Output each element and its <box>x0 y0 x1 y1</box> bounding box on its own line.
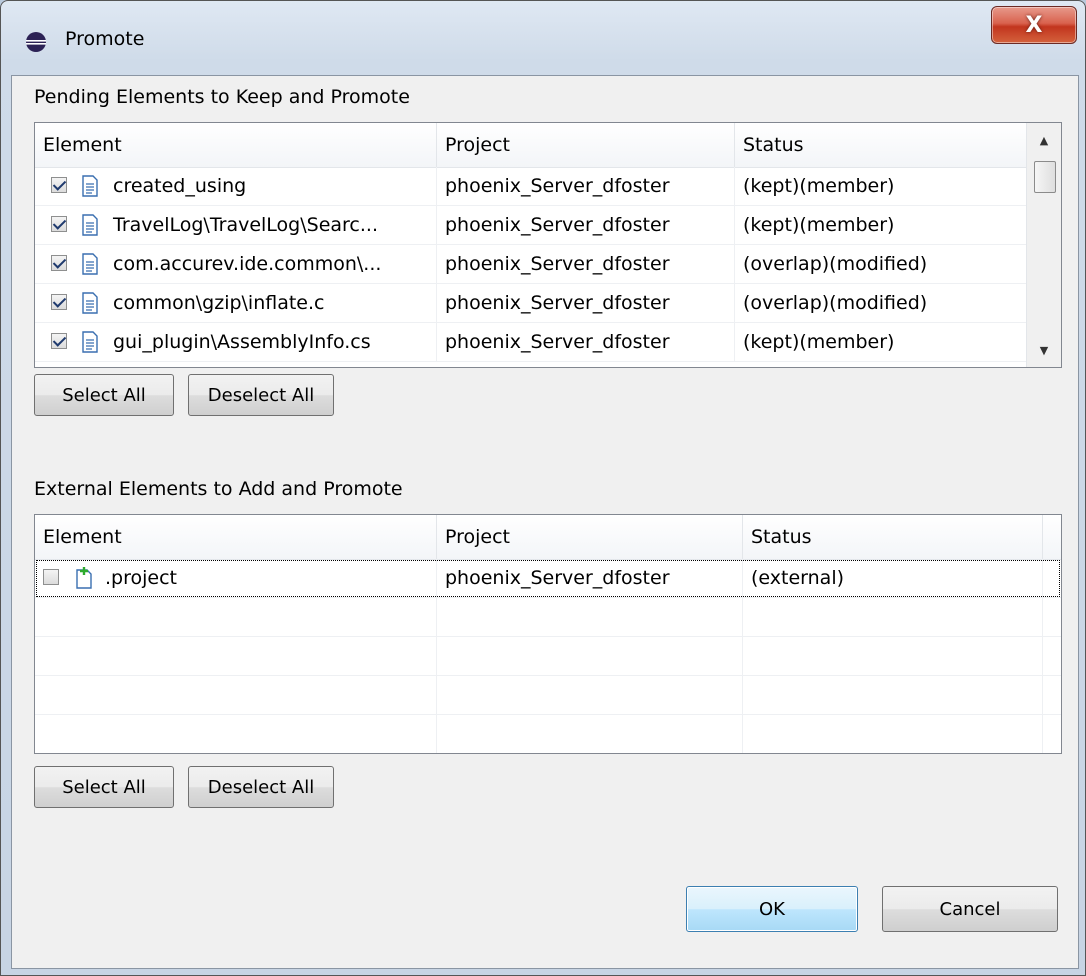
column-header-project[interactable]: Project <box>437 123 735 167</box>
status-cell: (overlap)(modified) <box>743 292 928 314</box>
project-cell: phoenix_Server_dfoster <box>437 167 735 205</box>
external-table[interactable]: Element Project Status .project phoenix_… <box>34 514 1062 754</box>
table-row[interactable]: com.accurev.ide.common\... phoenix_Serve… <box>35 245 1061 284</box>
file-icon <box>82 292 98 314</box>
scroll-up-icon[interactable]: ▲ <box>1027 123 1061 157</box>
scroll-down-icon[interactable]: ▼ <box>1027 333 1061 367</box>
project-cell: phoenix_Server_dfoster <box>437 323 735 361</box>
pending-deselect-all-button[interactable]: Deselect All <box>188 374 334 416</box>
column-header-element[interactable]: Element <box>35 123 437 167</box>
column-header-status[interactable]: Status <box>735 123 1027 167</box>
status-cell: (kept)(member) <box>743 331 895 353</box>
scroll-thumb[interactable] <box>1034 161 1056 193</box>
row-checkbox[interactable] <box>51 294 67 310</box>
close-icon: X <box>1025 12 1043 38</box>
window-title: Promote <box>65 28 145 50</box>
file-icon <box>82 214 98 236</box>
element-name: created_using <box>113 175 247 197</box>
table-row[interactable]: gui_plugin\AssemblyInfo.cs phoenix_Serve… <box>35 323 1061 362</box>
external-select-all-button[interactable]: Select All <box>34 766 174 808</box>
external-table-header: Element Project Status <box>35 515 1061 560</box>
element-cell: com.accurev.ide.common\... <box>35 245 437 283</box>
external-section-label: External Elements to Add and Promote <box>34 478 403 500</box>
table-row[interactable]: TravelLog\TravelLog\Searc... phoenix_Ser… <box>35 206 1061 245</box>
new-file-icon <box>76 567 92 589</box>
element-cell: .project <box>35 559 437 597</box>
empty-row <box>35 715 1061 753</box>
project-cell: phoenix_Server_dfoster <box>437 559 743 597</box>
element-cell: created_using <box>35 167 437 205</box>
close-button[interactable]: X <box>991 6 1077 44</box>
file-icon <box>82 331 98 353</box>
column-header-project[interactable]: Project <box>437 515 743 559</box>
promote-dialog: Promote X Pending Elements to Keep and P… <box>0 0 1086 976</box>
status-cell: (kept)(member) <box>743 214 895 236</box>
pending-table-scrollbar[interactable]: ▲ ▼ <box>1026 123 1061 367</box>
row-checkbox[interactable] <box>51 177 67 193</box>
element-name: gui_plugin\AssemblyInfo.cs <box>113 331 371 353</box>
project-cell: phoenix_Server_dfoster <box>437 245 735 283</box>
empty-row <box>35 598 1061 637</box>
external-deselect-all-button[interactable]: Deselect All <box>188 766 334 808</box>
element-name: com.accurev.ide.common\... <box>113 253 382 275</box>
pending-table-header: Element Project Status <box>35 123 1061 168</box>
row-checkbox[interactable] <box>51 333 67 349</box>
pending-select-all-button[interactable]: Select All <box>34 374 174 416</box>
element-cell: common\gzip\inflate.c <box>35 284 437 322</box>
element-name: .project <box>105 567 177 589</box>
ok-button[interactable]: OK <box>686 886 858 932</box>
file-icon <box>82 175 98 197</box>
dialog-body: Pending Elements to Keep and Promote Ele… <box>11 75 1079 969</box>
table-row[interactable]: created_using phoenix_Server_dfoster (ke… <box>35 167 1061 206</box>
empty-row <box>35 637 1061 676</box>
row-checkbox[interactable] <box>51 216 67 232</box>
column-header-element[interactable]: Element <box>35 515 437 559</box>
project-cell: phoenix_Server_dfoster <box>437 206 735 244</box>
element-cell: gui_plugin\AssemblyInfo.cs <box>35 323 437 361</box>
element-name: common\gzip\inflate.c <box>113 292 325 314</box>
empty-row <box>35 676 1061 715</box>
pending-section-label: Pending Elements to Keep and Promote <box>34 86 410 108</box>
row-checkbox[interactable] <box>43 569 59 585</box>
eclipse-icon <box>26 32 46 52</box>
row-checkbox[interactable] <box>51 255 67 271</box>
table-row[interactable]: common\gzip\inflate.c phoenix_Server_dfo… <box>35 284 1061 323</box>
column-header-status[interactable]: Status <box>743 515 1043 559</box>
status-cell: (overlap)(modified) <box>743 253 928 275</box>
table-row[interactable]: .project phoenix_Server_dfoster (externa… <box>35 559 1061 598</box>
element-cell: TravelLog\TravelLog\Searc... <box>35 206 437 244</box>
project-cell: phoenix_Server_dfoster <box>437 284 735 322</box>
element-name: TravelLog\TravelLog\Searc... <box>113 214 378 236</box>
status-cell: (kept)(member) <box>743 175 895 197</box>
title-bar[interactable]: Promote X <box>1 1 1085 75</box>
cancel-button[interactable]: Cancel <box>882 886 1058 932</box>
status-cell: (external) <box>743 559 1043 597</box>
pending-table[interactable]: Element Project Status created_using pho… <box>34 122 1062 368</box>
file-icon <box>82 253 98 275</box>
